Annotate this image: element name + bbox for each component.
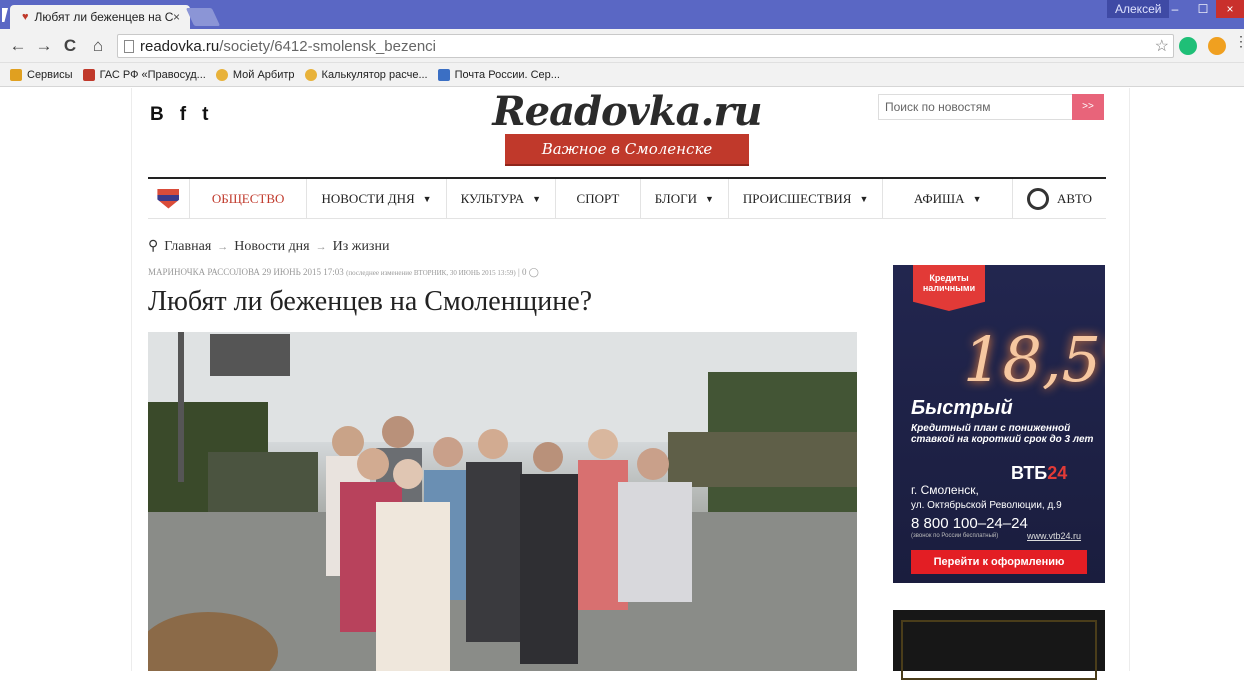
arbitr-icon <box>215 68 228 81</box>
nav-item-news[interactable]: НОВОСТИ ДНЯ ▼ <box>307 178 447 219</box>
ad-cta-button[interactable]: Перейти к оформлению <box>911 550 1087 574</box>
article-meta: МАРИНОЧКА РАССОЛОВА 29 ИЮНЬ 2015 17:03 (… <box>148 267 539 278</box>
site-logo[interactable]: Readovka.ru Важное в Смоленске <box>487 88 767 178</box>
breadcrumb-separator: → <box>315 240 327 253</box>
browser-tab-strip: ♥ Любят ли беженцев на С × Алексей – ☐ × <box>0 0 1244 29</box>
bookmark-item[interactable]: ГАС РФ «Правосуд... <box>82 68 206 81</box>
vk-icon[interactable]: B <box>150 104 164 126</box>
main-nav: ОБЩЕСТВО НОВОСТИ ДНЯ ▼ КУЛЬТУРА ▼ СПОРТ БЛ… <box>148 177 1106 219</box>
nav-item-society[interactable]: ОБЩЕСТВО <box>190 178 308 219</box>
breadcrumb: ⚲ Главная → Новости дня → Из жизни <box>148 238 389 255</box>
chevron-down-icon: ▼ <box>704 193 714 204</box>
calculator-icon <box>304 68 317 81</box>
url-host: readovka.ru <box>140 37 220 55</box>
nav-home-logo[interactable] <box>148 178 190 219</box>
ad-address: ул. Октябрьской Революции, д.9 <box>911 500 1062 511</box>
extension-fire-icon[interactable] <box>1208 37 1226 55</box>
chevron-down-icon: ▼ <box>859 193 869 204</box>
article-modified: (последнее изменение ВТОРНИК, 30 ИЮНЬ 20… <box>346 269 516 277</box>
brand-name: Readovka.ru <box>492 88 762 135</box>
new-tab-button[interactable] <box>185 8 221 26</box>
home-icon[interactable]: ⌂ <box>88 36 108 56</box>
extension-green-icon[interactable] <box>1179 37 1197 55</box>
ad-headline: Быстрый <box>911 397 1013 419</box>
post-eagle-icon <box>437 68 450 81</box>
reload-icon[interactable]: C <box>60 36 80 56</box>
chevron-down-icon: ▼ <box>532 193 542 204</box>
ad-city: г. Смоленск, <box>911 483 979 497</box>
address-bar[interactable]: readovka.ru /society/6412-smolensk_bezen… <box>117 34 1174 58</box>
nav-item-blogs[interactable]: БЛОГИ ▼ <box>641 178 729 219</box>
nav-item-afisha[interactable]: АФИША ▼ <box>883 178 1013 219</box>
nav-item-culture[interactable]: КУЛЬТУРА ▼ <box>447 178 557 219</box>
social-links: B f t <box>150 104 208 126</box>
facebook-icon[interactable]: f <box>180 104 186 126</box>
heart-favicon-icon: ♥ <box>22 11 29 23</box>
page-icon <box>124 39 134 53</box>
browser-menu-icon[interactable] <box>2 8 8 22</box>
chevron-down-icon: ▼ <box>422 193 432 204</box>
chevron-down-icon: ▼ <box>972 193 982 204</box>
twitter-icon[interactable]: t <box>202 104 208 126</box>
article-date: 29 ИЮНЬ 2015 17:03 <box>262 267 344 277</box>
second-ad-banner[interactable] <box>893 610 1105 680</box>
bookmark-item[interactable]: Почта России. Сер... <box>437 68 560 81</box>
comment-count[interactable]: | 0 ◯ <box>518 267 539 277</box>
steering-wheel-icon <box>1026 187 1049 210</box>
web-page: B f t Readovka.ru Важное в Смоленске Пои… <box>0 88 1244 680</box>
breadcrumb-separator: → <box>217 240 229 253</box>
close-window-button[interactable]: × <box>1216 0 1244 18</box>
ad-tagline: Кредиты наличными <box>913 265 985 311</box>
bookmark-item[interactable]: Мой Арбитр <box>215 68 295 81</box>
chrome-menu-icon[interactable]: ⋮ <box>1234 34 1244 53</box>
back-icon[interactable]: ← <box>8 36 28 56</box>
site-container: B f t Readovka.ru Важное в Смоленске Пои… <box>131 88 1130 680</box>
court-icon <box>82 68 95 81</box>
ad-rate: 18,5% <box>963 323 1105 396</box>
ad-description: Кредитный план с пониженной ставкой на к… <box>911 423 1094 445</box>
readovka-heart-icon <box>157 188 180 209</box>
vtb24-ad-banner[interactable]: Кредиты наличными 18,5% Быстрый Кредитны… <box>893 265 1105 583</box>
breadcrumb-section[interactable]: Из жизни <box>333 239 390 255</box>
bookmark-item[interactable]: Калькулятор расче... <box>304 68 428 81</box>
ad-phone: 8 800 100–24–24 <box>911 515 1028 532</box>
tab-title: Любят ли беженцев на С <box>34 10 174 24</box>
article-author[interactable]: МАРИНОЧКА РАССОЛОВА <box>148 267 260 277</box>
bookmark-item[interactable]: Сервисы <box>10 68 73 81</box>
breadcrumb-home[interactable]: Главная <box>164 239 211 255</box>
article-photo <box>148 332 857 671</box>
article-title: Любят ли беженцев на Смоленщине? <box>148 286 593 317</box>
nav-item-auto[interactable]: АВТО <box>1013 179 1106 219</box>
tab-close-icon[interactable]: × <box>173 10 180 24</box>
apps-grid-icon <box>10 68 22 81</box>
bookmarks-bar: Сервисы ГАС РФ «Правосуд... Мой Арбитр К… <box>0 63 1244 87</box>
browser-tab[interactable]: ♥ Любят ли беженцев на С × <box>10 5 190 29</box>
browser-toolbar: ← → C ⌂ readovka.ru /society/6412-smolen… <box>0 29 1244 63</box>
maximize-button[interactable]: ☐ <box>1190 0 1216 18</box>
slogan-ribbon: Важное в Смоленске <box>505 134 749 164</box>
nav-item-sport[interactable]: СПОРТ <box>556 178 641 219</box>
search-button[interactable]: >> <box>1072 94 1104 120</box>
vtb-logo: ВТБ24 <box>1011 463 1068 483</box>
ad-phone-note: (звонок по России бесплатный) <box>911 533 999 539</box>
ad-url[interactable]: www.vtb24.ru <box>1027 531 1081 541</box>
forward-icon[interactable]: → <box>34 36 54 56</box>
breadcrumb-news[interactable]: Новости дня <box>234 239 309 255</box>
refugees-photo <box>148 332 857 671</box>
location-pin-icon: ⚲ <box>148 239 159 254</box>
minimize-button[interactable]: – <box>1160 0 1190 18</box>
ad-frame <box>901 620 1097 680</box>
bookmark-star-icon[interactable]: ☆ <box>1155 36 1169 56</box>
url-path: /society/6412-smolensk_bezenci <box>219 37 437 55</box>
search-input[interactable]: Поиск по новостям <box>878 94 1074 120</box>
nav-item-incidents[interactable]: ПРОИСШЕСТВИЯ ▼ <box>729 178 884 219</box>
